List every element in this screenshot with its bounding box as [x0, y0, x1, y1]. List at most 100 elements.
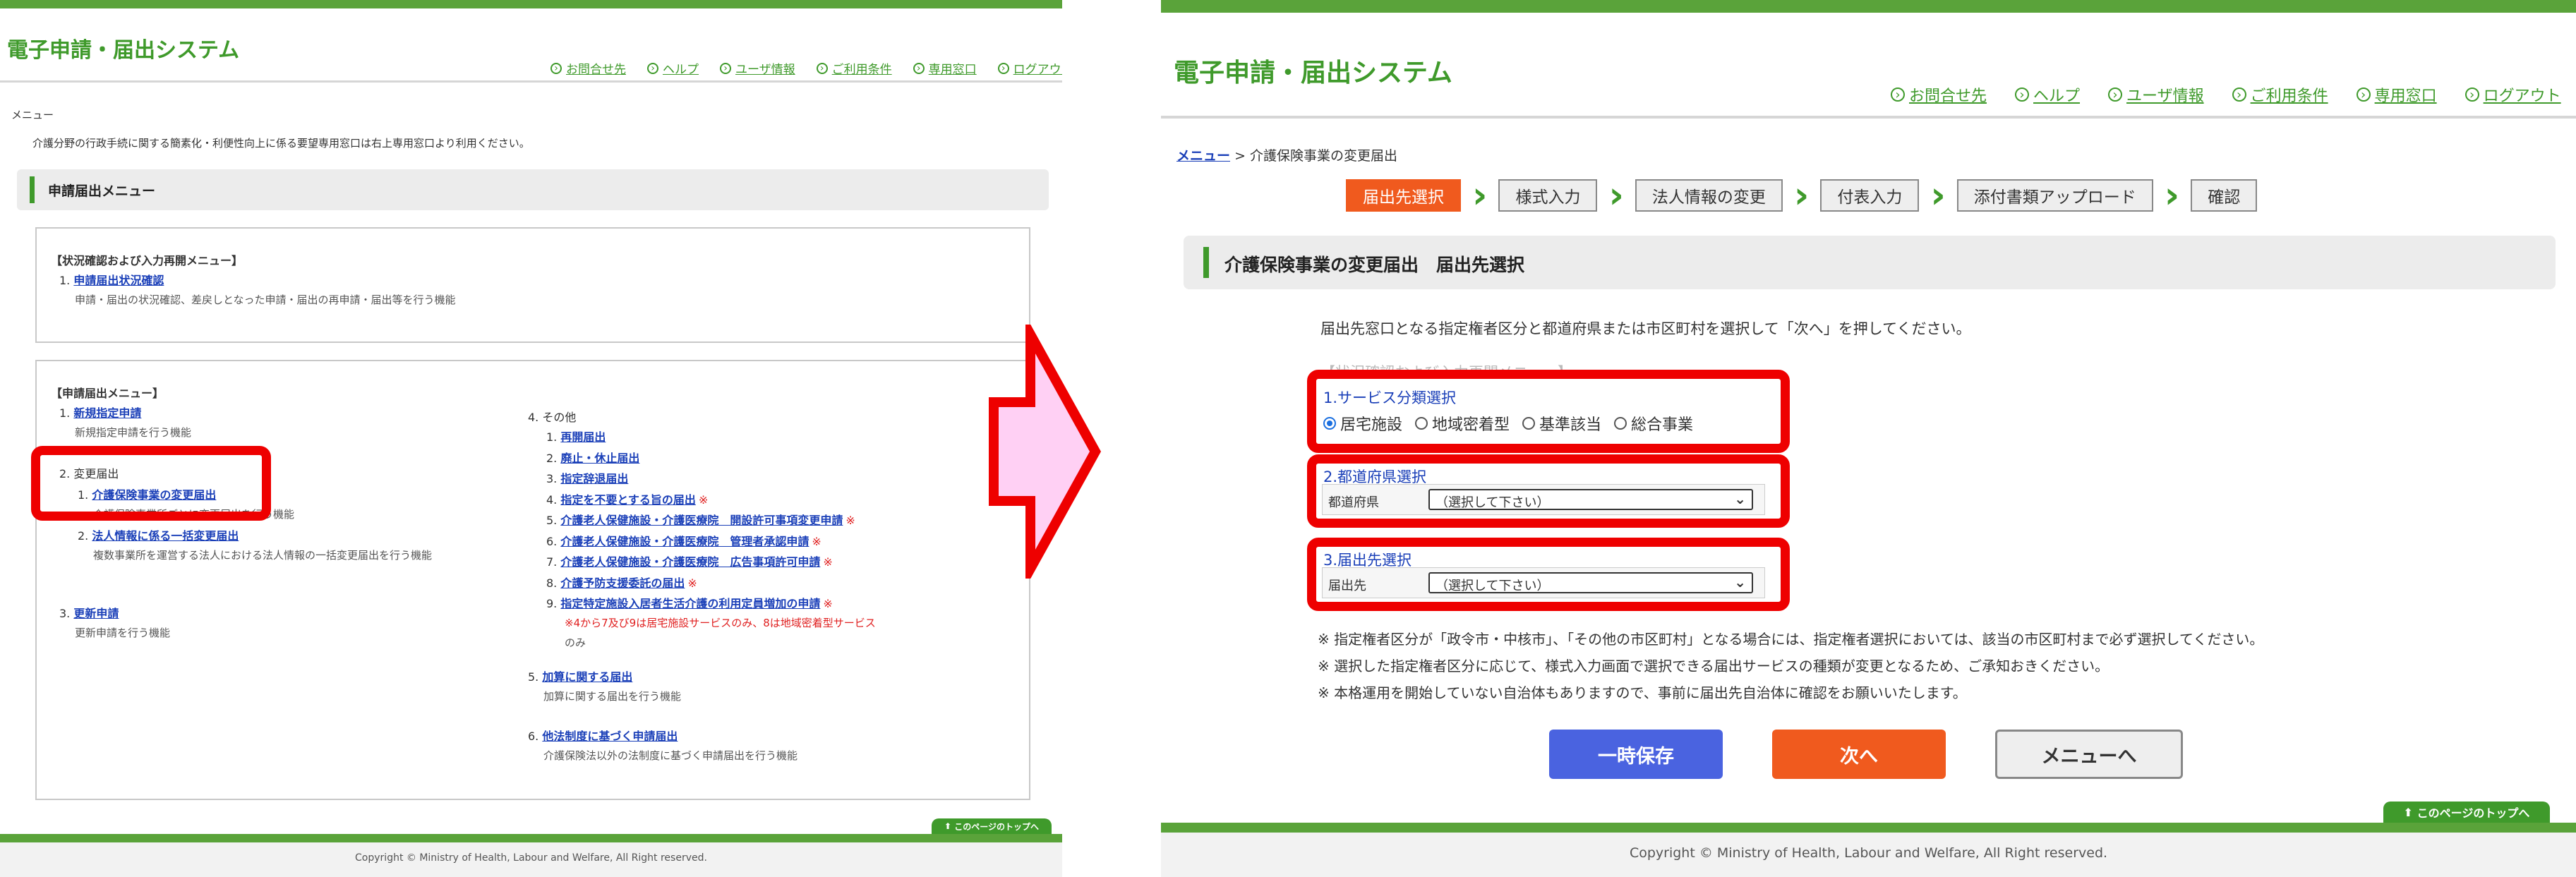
header-link-label: お問合せ先 [566, 63, 626, 77]
breadcrumb-current: 介護保険事業の変更届出 [1250, 148, 1398, 164]
note-3: ※ 本格運用を開始していない自治体もありますので、事前に届出先自治体に確認をお願… [1318, 684, 1967, 701]
note-2: ※ 選択した指定権者区分に応じて、様式入力画面で選択できる届出サービスの種類が変… [1318, 658, 2109, 675]
other-submenu-link[interactable]: 介護老人保健施設・介護医療院 管理者承認申請 [560, 535, 809, 548]
other-note-2: のみ [565, 636, 586, 649]
header-link-1[interactable]: › ヘルプ [2015, 83, 2080, 106]
highlight-dest [1307, 538, 1790, 611]
other-submenu-item: 8. 介護予防支援委託の届出 ※ [546, 574, 697, 591]
page-top-button[interactable]: ⬆ このページのトップへ [2383, 802, 2550, 823]
step-3: 法人情報の変更 [1635, 179, 1783, 212]
header-link-1[interactable]: › ヘルプ [647, 59, 699, 77]
header-links: ›お問合せ先›ヘルプ›ユーザ情報›ご利用条件›専用窓口›ログアウト [1891, 83, 2561, 106]
other-submenu-link[interactable]: 介護老人保健施設・介護医療院 広告事項許可申請 [560, 555, 820, 569]
page-top-button[interactable]: ⬆ このページのトップへ [932, 818, 1052, 834]
other-submenu-link[interactable]: 指定特定施設入居者生活介護の利用定員増加の申請 [560, 597, 820, 610]
other-submenu-item: 9. 指定特定施設入居者生活介護の利用定員増加の申請 ※ [546, 594, 833, 611]
breadcrumb-sep: > [1234, 148, 1246, 164]
header-link-4[interactable]: › 専用窓口 [913, 59, 977, 77]
other-submenu-link[interactable]: 指定辞退届出 [560, 472, 628, 485]
header-link-4[interactable]: › 専用窓口 [2356, 83, 2437, 106]
step-4: 付表入力 [1820, 179, 1920, 212]
menu-item-4-title: その他 [542, 411, 577, 424]
next-button[interactable]: 次へ [1772, 730, 1946, 779]
other-submenu-link[interactable]: 指定を不要とする旨の届出 [560, 493, 696, 507]
arrow-up-icon: ⬆ [944, 821, 955, 831]
menu-item-5-num: 5. [528, 670, 539, 684]
menu-item-5: 5. 加算に関する届出 [528, 667, 632, 684]
header-divider [0, 80, 1062, 83]
arrow-circle-icon: › [2464, 87, 2479, 102]
other-submenu-item: 2. 廃止・休止届出 [546, 449, 639, 466]
other-submenu-num: 1. [546, 430, 558, 444]
other-submenu-link[interactable]: 介護老人保健施設・介護医療院 開設許可事項変更申請 [560, 514, 843, 527]
other-submenu-link[interactable]: 介護予防支援委託の届出 [560, 576, 685, 590]
section-accent [1203, 247, 1209, 278]
header-link-0[interactable]: › お問合せ先 [1891, 83, 1987, 106]
new-application-link[interactable]: 新規指定申請 [73, 406, 141, 420]
highlight-service [1307, 370, 1790, 453]
menu-item-2-2: 2. 法人情報に係る一括変更届出 [78, 526, 239, 543]
header-link-3[interactable]: › ご利用条件 [2232, 83, 2328, 106]
menu-item-1-num: 1. [59, 406, 71, 420]
header-link-label: ログアウト [1013, 63, 1062, 77]
other-submenu-num: 7. [546, 555, 558, 569]
section-accent [30, 176, 35, 203]
menu-button[interactable]: メニューへ [1995, 730, 2183, 779]
top-green-bar [1161, 0, 2576, 13]
header-link-label: ご利用条件 [2250, 87, 2328, 105]
corporate-bulk-change-link[interactable]: 法人情報に係る一括変更届出 [92, 529, 239, 543]
menu-box: 【申請届出メニュー】 1. 新規指定申請 新規指定申請を行う機能 2. 変更届出… [35, 360, 1030, 800]
other-submenu-num: 3. [546, 472, 558, 485]
other-submenu-link[interactable]: 再開届出 [560, 430, 606, 444]
other-submenu-link[interactable]: 廃止・休止届出 [560, 452, 639, 465]
menu-item-6-num: 6. [528, 730, 539, 743]
status-check-link[interactable]: 申請届出状況確認 [73, 274, 164, 287]
addition-notification-link[interactable]: 加算に関する届出 [542, 670, 632, 684]
header-link-5[interactable]: › ログアウト [997, 59, 1062, 77]
header-link-label: 専用窓口 [2374, 87, 2437, 105]
arrow-circle-icon: › [2232, 87, 2246, 102]
right-screenshot: 電子申請・届出システム › お問合せ先 › ヘルプ › ユーザ情報 › ご利用条件 › 専用窓口 ›… [1161, 0, 2576, 877]
highlight-change-notification [31, 446, 271, 521]
step-indicator: 届出先選択 › 様式入力 › 法人情報の変更 › 付表入力 › 添付書類アップロード › 確認 [1346, 174, 2258, 217]
transition-arrow-icon [989, 325, 1101, 579]
arrow-circle-icon: › [2108, 87, 2123, 102]
copyright: Copyright © Ministry of Health, Labour a… [355, 852, 707, 864]
arrow-circle-icon: › [997, 62, 1009, 74]
menu-item-6: 6. 他法制度に基づく申請届出 [528, 727, 678, 744]
header-links: ›お問合せ先›ヘルプ›ユーザ情報›ご利用条件›専用窓口›ログアウト [550, 59, 1062, 77]
other-submenu-item: 7. 介護老人保健施設・介護医療院 広告事項許可申請 ※ [546, 552, 833, 569]
footer-green-bar [1161, 823, 2576, 833]
header-link-0[interactable]: › お問合せ先 [550, 59, 626, 77]
intro-text: 介護分野の行政手続に関する簡素化・利便性向上に係る要望専用窓口は右上専用窓口より… [32, 137, 530, 150]
other-submenu-num: 4. [546, 492, 558, 507]
renewal-link[interactable]: 更新申請 [73, 607, 119, 620]
top-green-bar [0, 0, 1062, 8]
header-link-3[interactable]: › ご利用条件 [816, 59, 892, 77]
save-button[interactable]: 一時保存 [1549, 730, 1723, 779]
header-link-label: ユーザ情報 [735, 63, 795, 77]
header-link-2[interactable]: › ユーザ情報 [2108, 83, 2204, 106]
footer-green-bar [0, 834, 1062, 842]
breadcrumb: メニュー [11, 109, 54, 121]
other-note-1: ※4から7及び9は居宅施設サービスのみ、8は地域密着型サービス [565, 617, 876, 629]
breadcrumb-menu-link[interactable]: メニュー [1176, 148, 1230, 164]
header-link-5[interactable]: › ログアウト [2464, 83, 2561, 106]
other-submenu-item: 3. 指定辞退届出 [546, 469, 628, 486]
chevron-right-icon: › [2164, 174, 2180, 217]
other-law-application-link[interactable]: 他法制度に基づく申請届出 [542, 730, 678, 743]
menu-item-2-2-num: 2. [78, 529, 89, 543]
section-title: 介護保険事業の変更届出 届出先選択 [1224, 255, 1525, 275]
menu-item-4: 4. その他 [528, 408, 576, 425]
menu-item-1: 1. 新規指定申請 [59, 404, 141, 421]
arrow-circle-icon: › [913, 62, 925, 74]
arrow-circle-icon: › [1891, 87, 1905, 102]
other-submenu-num: 2. [546, 451, 558, 465]
other-submenu-num: 9. [546, 597, 558, 610]
header-link-2[interactable]: › ユーザ情報 [720, 59, 795, 77]
note-1: ※ 指定権者区分が「政令市・中核市」、「その他の市区町村」となる場合には、指定権… [1318, 631, 2264, 648]
status-item-desc: 申請・届出の状況確認、差戻しとなった申請・届出の再申請・届出等を行う機能 [75, 294, 456, 306]
section-title: 申請届出メニュー [48, 183, 156, 199]
step-6: 確認 [2191, 179, 2258, 212]
menu-item-2-2-desc: 複数事業所を運営する法人における法人情報の一括変更届出を行う機能 [93, 549, 433, 562]
